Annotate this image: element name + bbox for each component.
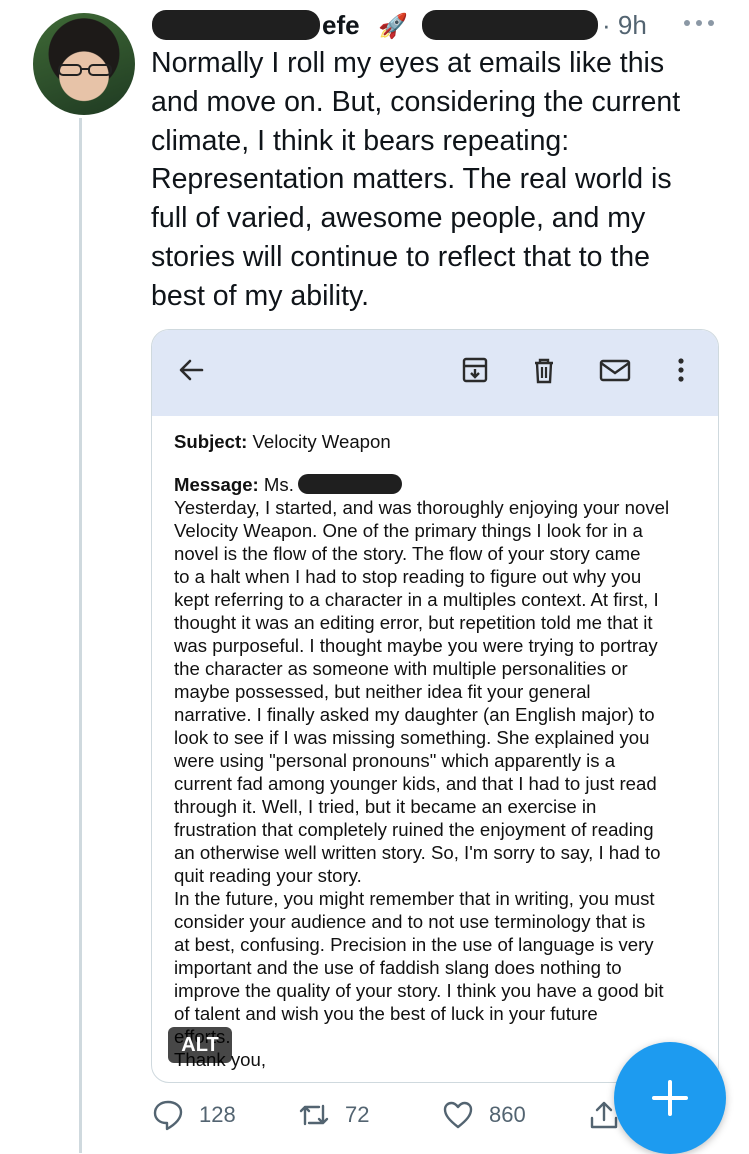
more-vertical-icon[interactable] [666,355,696,385]
tweet-image-card[interactable]: Subject: Velocity Weapon Message: Ms. Ye… [151,329,719,1083]
subject-label: Subject: [174,431,248,452]
archive-icon[interactable] [460,355,490,385]
retweet-count: 72 [345,1102,370,1127]
redacted-name [152,10,320,40]
reply-button[interactable]: 128 [151,1093,236,1137]
tweet-timestamp[interactable]: · 9h [602,10,647,41]
avatar[interactable] [33,13,135,115]
email-toolbar [152,330,718,416]
mail-icon[interactable] [598,355,632,385]
display-name-suffix[interactable]: efe [322,10,360,41]
glasses-icon [58,64,112,76]
email-message-header: Message: Ms. [174,473,704,496]
more-icon[interactable] [682,18,716,28]
redacted-recipient [297,474,402,494]
salutation: Ms. [263,474,294,495]
like-count: 860 [489,1102,526,1127]
tweet-actions: 128 72 860 [151,1093,631,1139]
email-message-body: Yesterday, I started, and was thoroughly… [174,497,670,1070]
like-button[interactable]: 860 [441,1093,526,1137]
alt-badge[interactable]: ALT [168,1027,232,1063]
rocket-emoji: 🚀 [378,13,408,40]
compose-plus-icon [652,1080,688,1116]
compose-button[interactable] [614,1042,726,1154]
subject-value: Velocity Weapon [252,431,391,452]
reply-icon [153,1100,183,1131]
email-subject: Subject: Velocity Weapon [174,430,704,453]
tweet-text: Normally I roll my eyes at emails like t… [151,47,681,312]
retweet-icon [299,1104,329,1126]
redacted-handle [422,10,598,40]
reply-count: 128 [199,1102,236,1127]
tweet-header: efe 🚀 · 9h [150,6,735,46]
trash-icon[interactable] [529,355,559,385]
retweet-button[interactable]: 72 [297,1093,369,1137]
message-label: Message: [174,474,259,495]
like-icon [443,1101,473,1129]
thread-line [79,118,82,1153]
back-arrow-icon[interactable] [176,355,206,385]
email-content: Subject: Velocity Weapon Message: Ms. Ye… [174,430,704,1071]
